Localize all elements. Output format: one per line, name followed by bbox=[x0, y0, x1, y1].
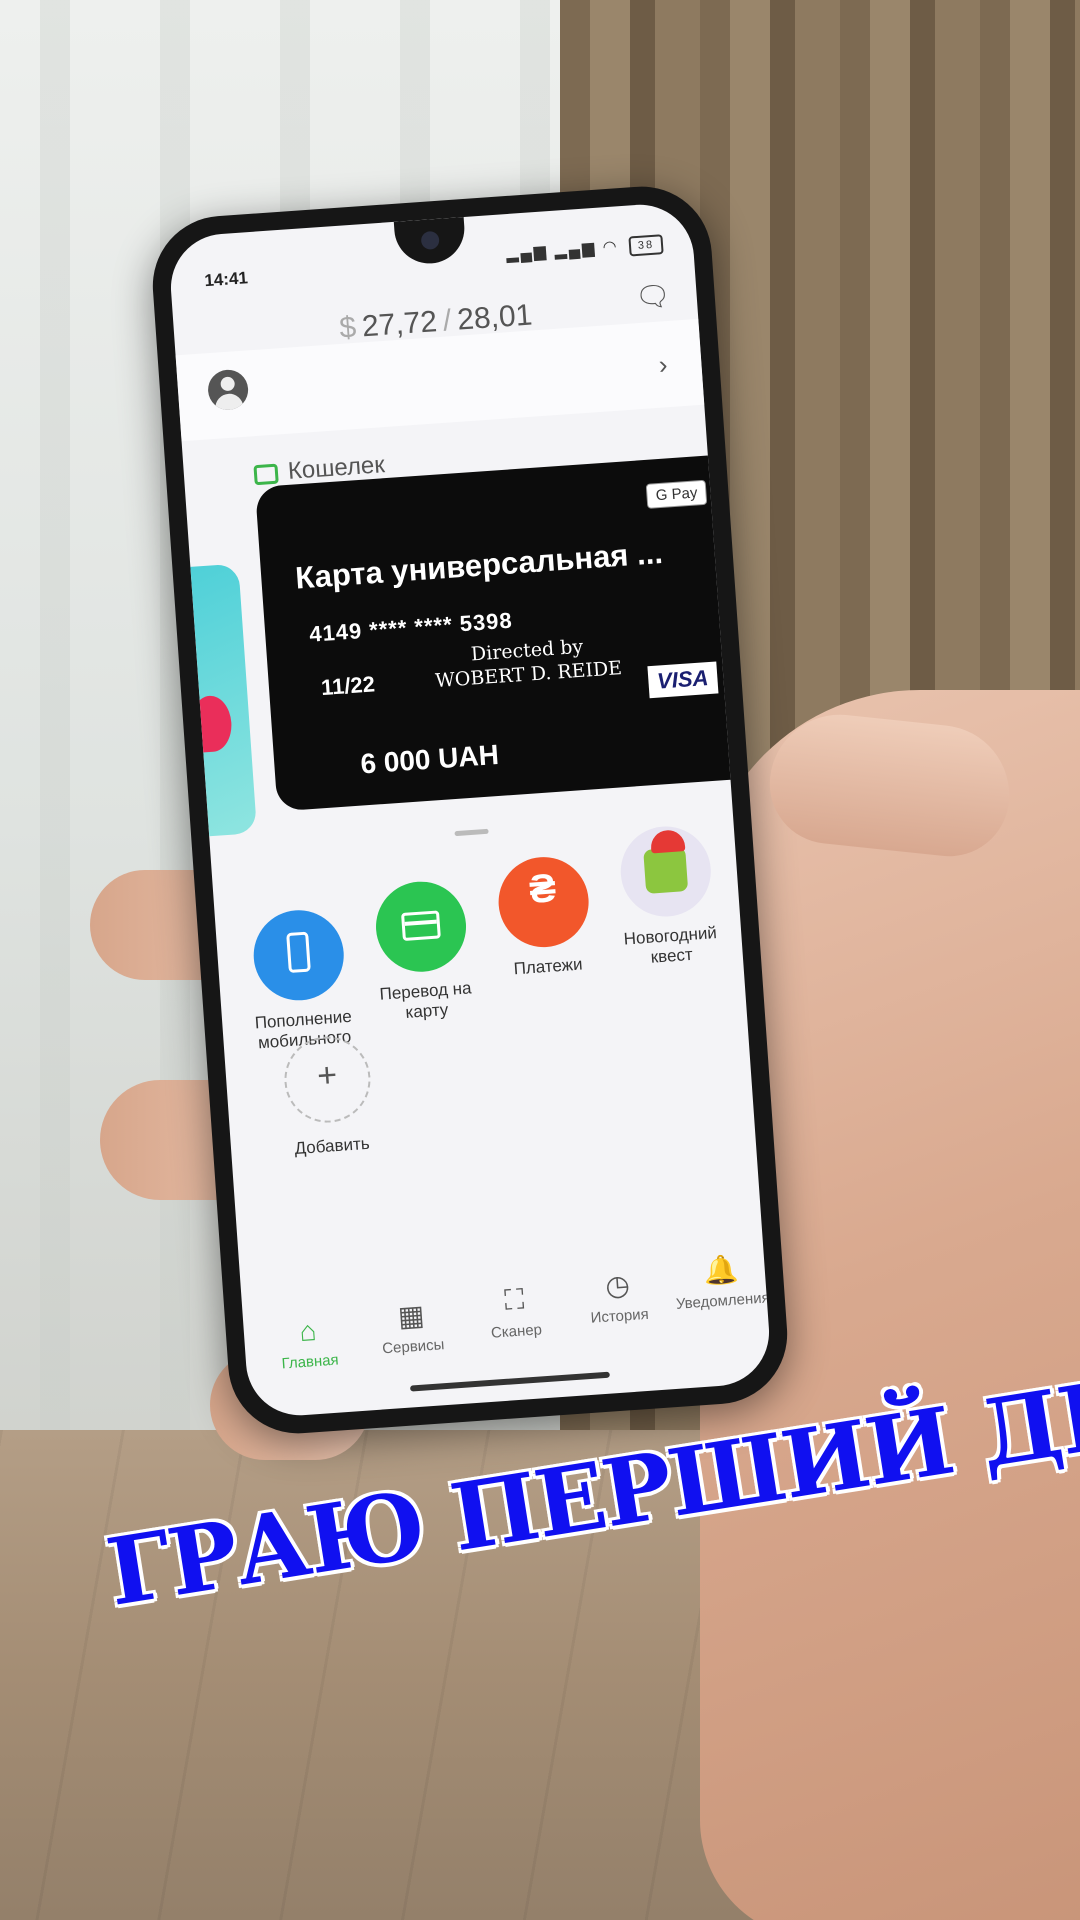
home-icon: ⌂ bbox=[298, 1315, 318, 1348]
add-circle: + bbox=[281, 1033, 374, 1126]
drag-handle[interactable] bbox=[454, 828, 489, 837]
scanner-icon: ⛶ bbox=[503, 1283, 526, 1316]
nav-label: Сканер bbox=[490, 1321, 543, 1342]
visa-logo: VISA bbox=[647, 661, 719, 699]
bottom-navigation: ⌂ Главная ▦ Сервисы ⛶ Сканер ◷ История 🔔… bbox=[240, 1239, 770, 1375]
quick-action-payments[interactable]: ₴ Платежи bbox=[476, 853, 614, 982]
quick-action-label: Платежи bbox=[513, 954, 584, 979]
nav-scanner[interactable]: ⛶ Сканер bbox=[463, 1281, 567, 1344]
nav-notifications[interactable]: 🔔 Уведомления bbox=[670, 1250, 773, 1313]
phone-icon bbox=[250, 907, 347, 1004]
grid-icon: ▦ bbox=[396, 1299, 426, 1333]
nav-label: Главная bbox=[281, 1351, 340, 1373]
plus-icon: + bbox=[315, 1055, 339, 1096]
home-indicator[interactable] bbox=[410, 1371, 610, 1392]
signal-wifi-icons: ▂▄▆ ▂▄▆ ◠ 38 bbox=[505, 233, 664, 265]
quest-icon bbox=[617, 823, 714, 920]
add-quick-action-button[interactable]: + Добавить bbox=[260, 1032, 398, 1161]
bank-card[interactable]: G Pay Карта универсальная ... 4149 **** … bbox=[254, 453, 757, 812]
nav-history[interactable]: ◷ История bbox=[566, 1265, 670, 1328]
status-time: 14:41 bbox=[203, 268, 249, 291]
phone-screen: 14:41 ▂▄▆ ▂▄▆ ◠ 38 › $27,72/28,01 🗨 Коше… bbox=[167, 201, 773, 1419]
quick-action-new-year-quest[interactable]: Новогодний квест bbox=[598, 822, 737, 971]
rate-separator: / bbox=[441, 304, 453, 338]
card-title: Карта универсальная ... bbox=[294, 534, 664, 596]
gpay-badge[interactable]: G Pay bbox=[645, 479, 708, 509]
dollar-icon: $ bbox=[338, 310, 358, 345]
rate-sell: 28,01 bbox=[456, 298, 534, 337]
hryvnia-icon: ₴ bbox=[495, 854, 592, 951]
quick-action-card-transfer[interactable]: Перевод на карту bbox=[353, 877, 492, 1026]
chevron-right-icon[interactable]: › bbox=[658, 349, 669, 381]
nav-services[interactable]: ▦ Сервисы bbox=[360, 1296, 464, 1359]
card-icon bbox=[372, 878, 470, 975]
nav-label: История bbox=[590, 1305, 650, 1327]
smartphone: 14:41 ▂▄▆ ▂▄▆ ◠ 38 › $27,72/28,01 🗨 Коше… bbox=[148, 181, 792, 1439]
nav-home[interactable]: ⌂ Главная bbox=[257, 1312, 361, 1374]
quick-action-mobile-topup[interactable]: Пополнение мобильного bbox=[231, 906, 370, 1055]
add-label: Добавить bbox=[293, 1133, 371, 1159]
quick-action-label: Перевод на карту bbox=[378, 978, 473, 1022]
previous-card-peek[interactable] bbox=[190, 563, 258, 837]
rate-buy: 27,72 bbox=[360, 305, 439, 344]
card-balance: 6 000 UAH bbox=[359, 738, 500, 780]
nav-label: Сервисы bbox=[381, 1336, 445, 1358]
bell-icon: 🔔 bbox=[702, 1253, 740, 1287]
card-holder: Directed by WOBERT D. REIDE bbox=[416, 631, 639, 694]
clock-icon: ◷ bbox=[604, 1269, 631, 1302]
quick-action-label: Новогодний квест bbox=[623, 923, 718, 967]
battery-icon: 38 bbox=[628, 233, 664, 257]
wallet-icon bbox=[253, 463, 279, 485]
chat-icon[interactable]: 🗨 bbox=[634, 279, 672, 314]
nav-label: Уведомления bbox=[675, 1289, 771, 1313]
profile-avatar-icon[interactable] bbox=[206, 368, 250, 412]
card-expiry: 11/22 bbox=[320, 671, 376, 701]
